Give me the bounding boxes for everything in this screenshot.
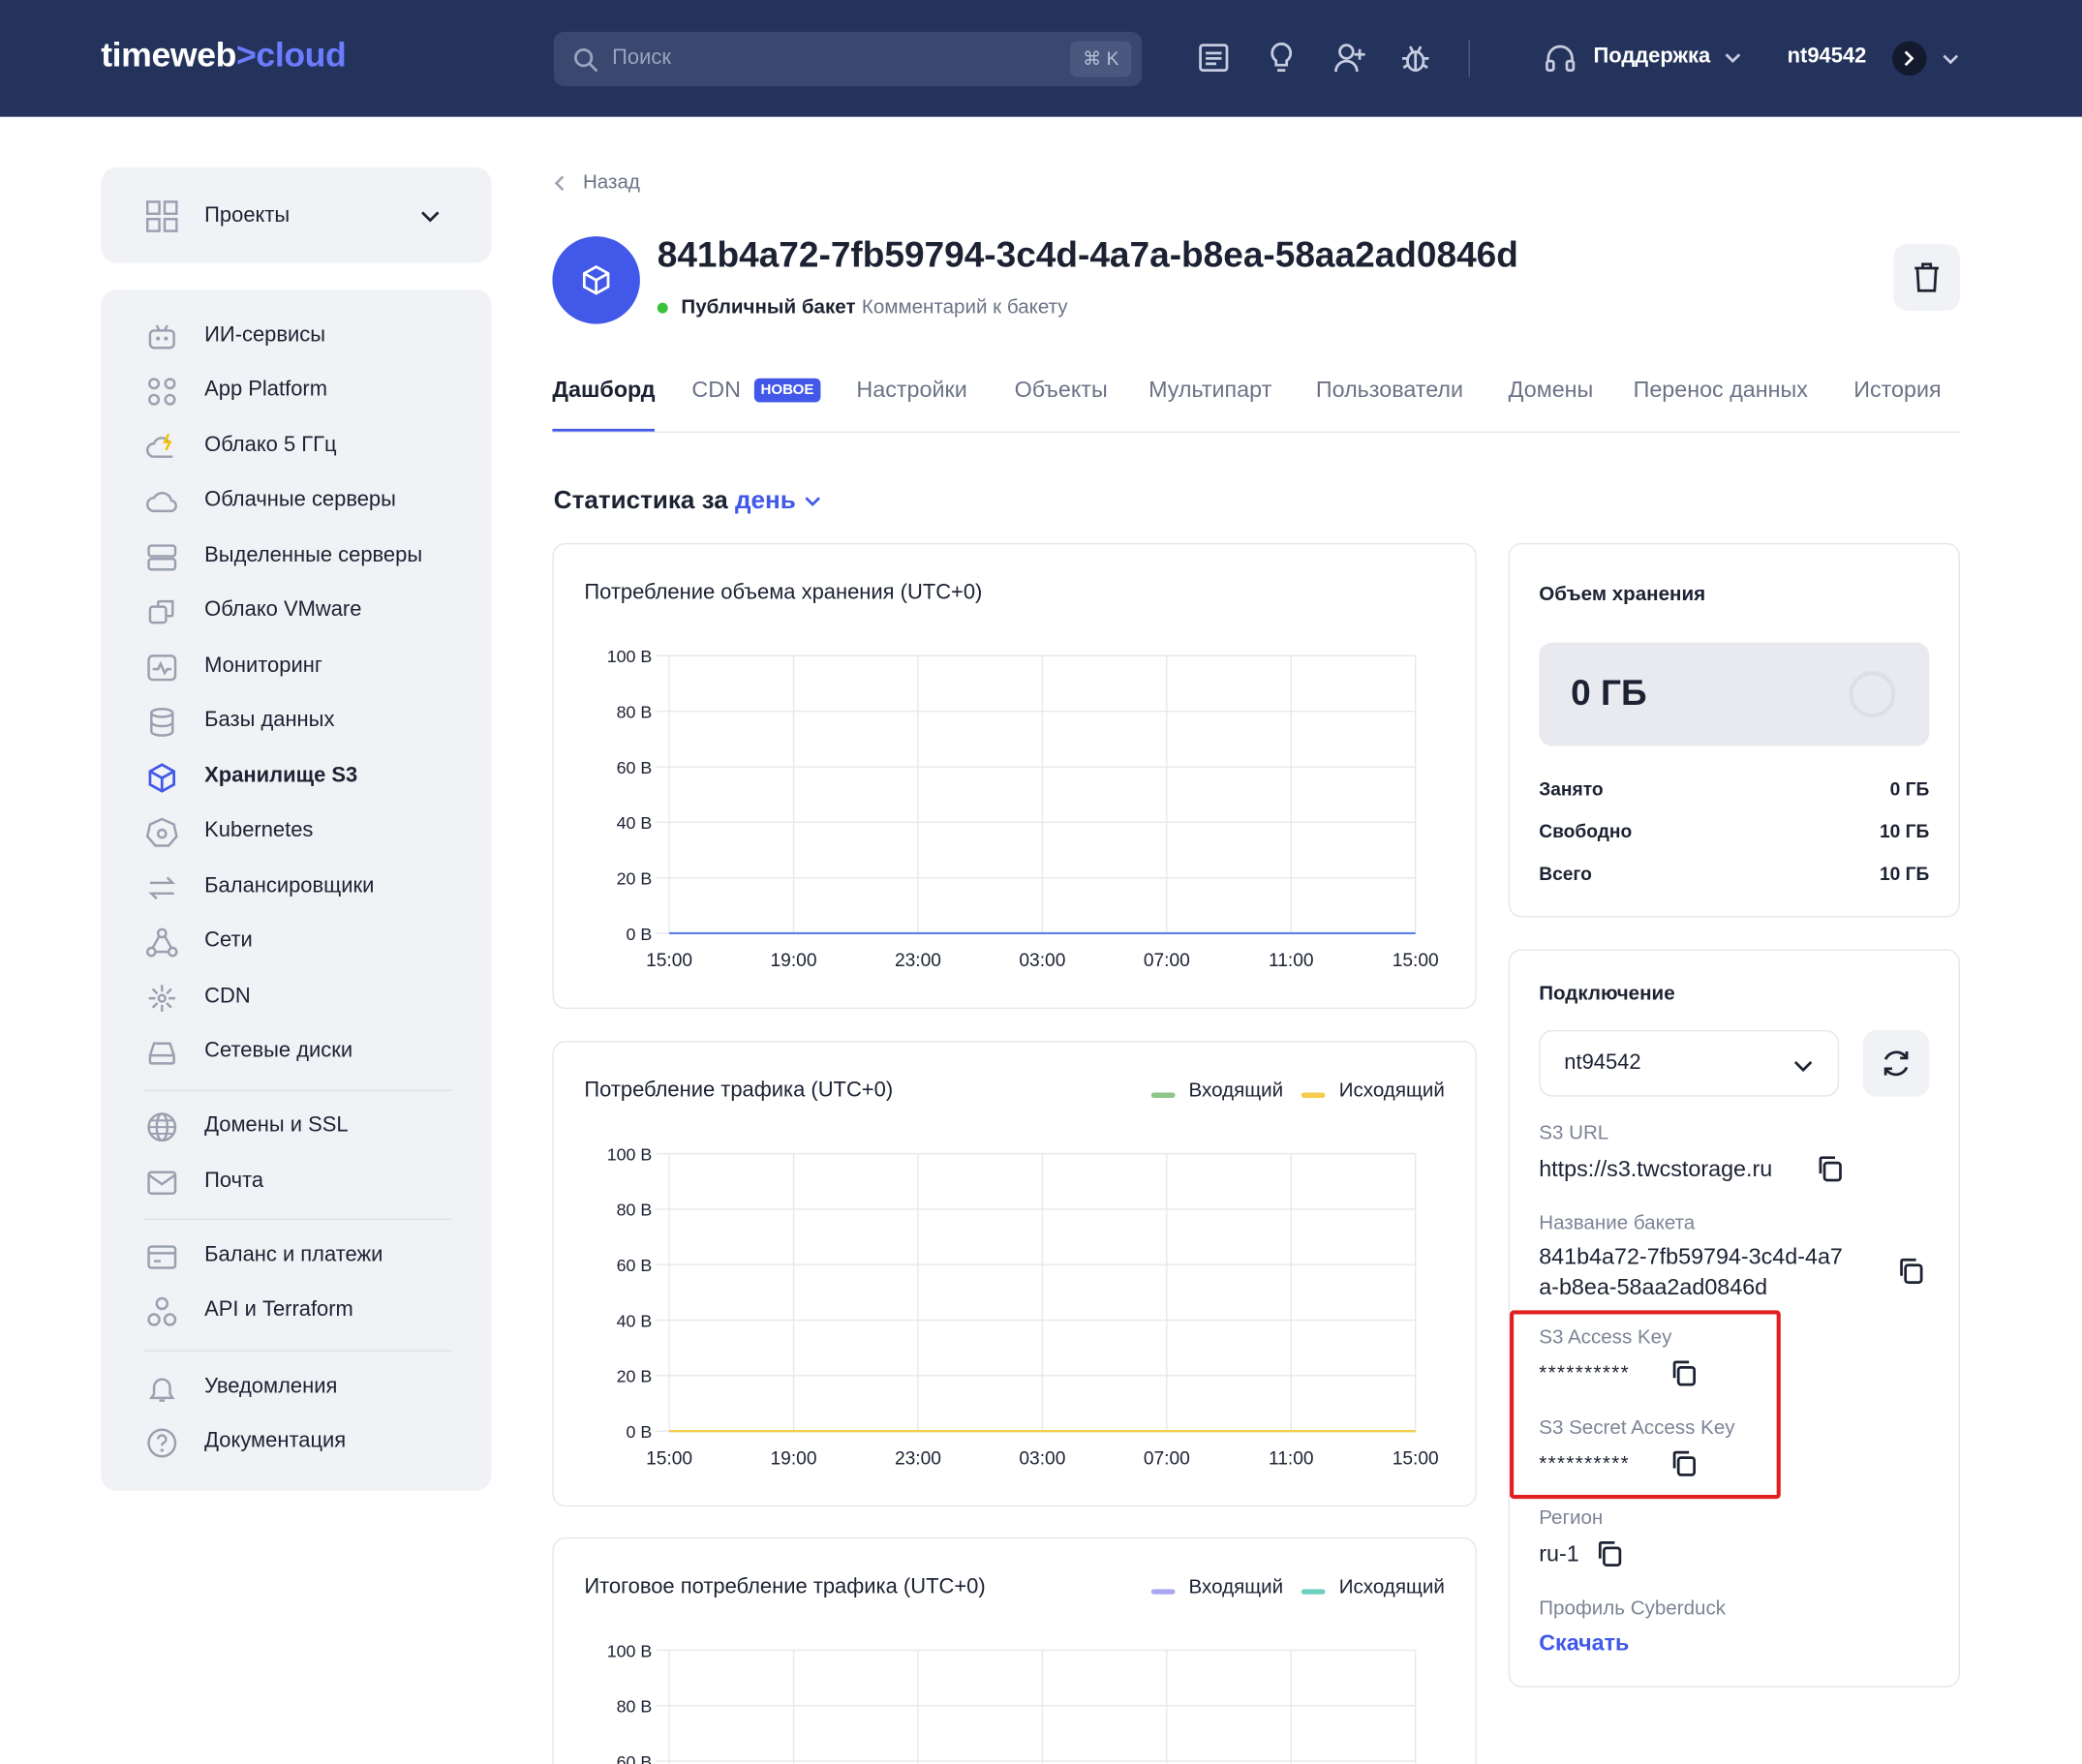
y-tick-label: 60 B [617, 1752, 653, 1764]
y-tick-label: 80 B [617, 1697, 653, 1717]
chart-plot: 100 B 80 B 60 B [607, 1641, 1417, 1764]
y-tick-label: 100 B [607, 1641, 653, 1660]
